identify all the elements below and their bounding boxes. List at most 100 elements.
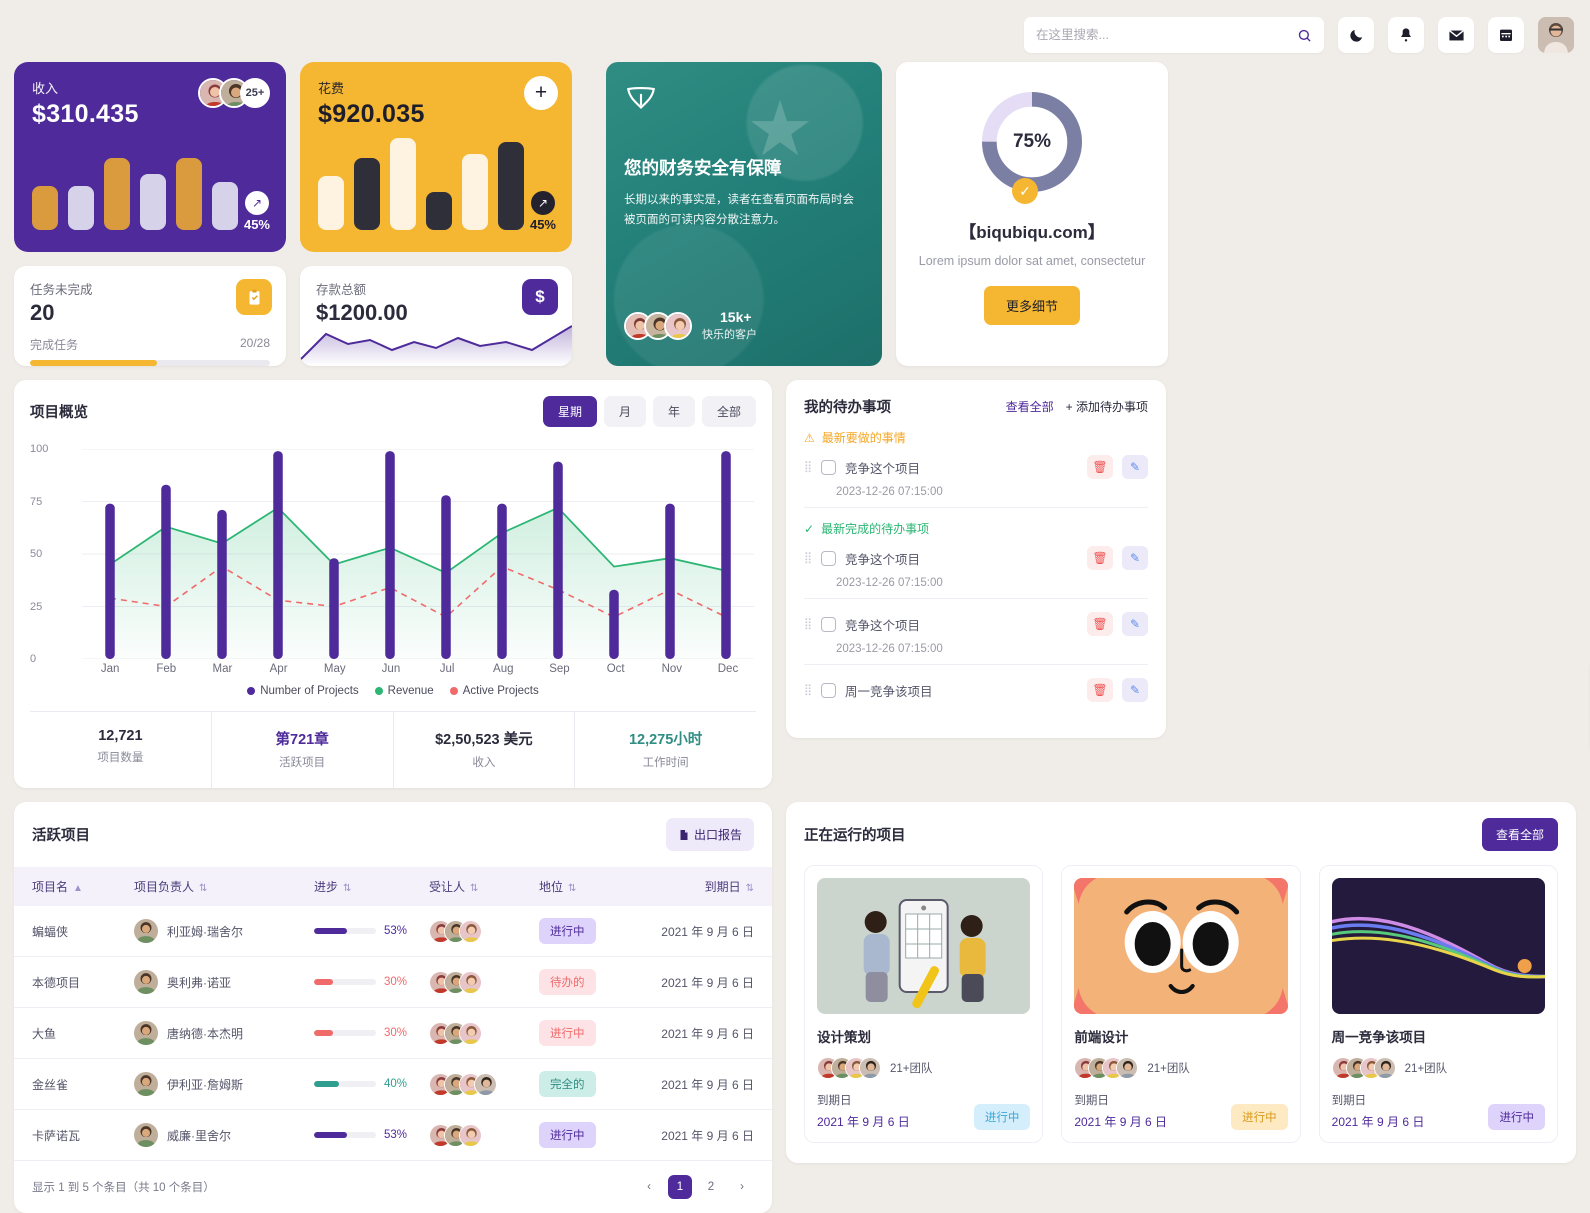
legend-item-projects[interactable]: Number of Projects	[247, 685, 359, 697]
col-header-status[interactable]: 地位 ⇅	[539, 867, 644, 906]
running-project-card[interactable]: 周一竞争该项目 21+团队 到期日 2021 年 9 月 6 日 进行中	[1318, 865, 1558, 1143]
todo-item[interactable]: ⣿ 竞争这个项目 🗑 ✎	[804, 546, 1148, 570]
delete-icon[interactable]: 🗑	[1087, 455, 1113, 479]
bell-icon[interactable]	[1388, 17, 1424, 53]
owner-name: 威廉·里舍尔	[167, 1128, 231, 1143]
progress-value: 53%	[384, 925, 408, 937]
table-row[interactable]: 金丝雀 伊利亚·詹姆斯 40% 完全的 2021 年 9 月 6 日	[14, 1058, 772, 1110]
todo-section-last: ⣿ 周一竞争该项目 🗑 ✎	[804, 665, 1148, 702]
x-tick: Oct	[606, 663, 625, 675]
chart-tab-month[interactable]: 月	[603, 396, 646, 427]
chart-tab-year[interactable]: 年	[652, 396, 695, 427]
status-badge[interactable]: 进行中	[1488, 1104, 1545, 1130]
todo-section-label: ✓ 最新完成的待办事项	[804, 521, 930, 537]
col-header-owner[interactable]: 项目负责人 ⇅	[134, 867, 314, 906]
drag-handle-icon[interactable]: ⣿	[804, 552, 812, 563]
check-icon: ✓	[1012, 178, 1038, 204]
cell-assignees	[429, 1058, 539, 1110]
todo-item[interactable]: ⣿ 周一竞争该项目 🗑 ✎	[804, 678, 1148, 702]
cell-status: 进行中	[539, 1007, 644, 1059]
cell-progress: 30%	[314, 956, 429, 1008]
assignee-avatar	[459, 1021, 482, 1045]
todo-checkbox[interactable]	[821, 459, 836, 475]
status-badge[interactable]: 进行中	[973, 1104, 1031, 1130]
delete-icon[interactable]: 🗑	[1087, 546, 1113, 570]
legend-item-active[interactable]: Active Projects	[449, 685, 539, 697]
edit-icon[interactable]: ✎	[1122, 678, 1148, 702]
mail-icon[interactable]	[1438, 17, 1474, 53]
deposit-card: 存款总额 $1200.00 $	[300, 266, 572, 366]
search-input[interactable]	[1036, 28, 1289, 42]
assignee-avatar	[459, 970, 482, 994]
owner-avatar	[134, 919, 158, 943]
status-badge: 进行中	[539, 918, 596, 944]
summary-label: 收入	[472, 757, 496, 769]
cell-owner: 利亚姆·瑞舍尔	[134, 906, 314, 957]
delete-icon[interactable]: 🗑	[1087, 612, 1113, 636]
page-prev-button[interactable]: ‹	[637, 1175, 661, 1199]
page-1-button[interactable]: 1	[668, 1175, 692, 1199]
table-row[interactable]: 蝙蝠侠 利亚姆·瑞舍尔 53% 进行中 2021 年 9 月 6 日	[14, 906, 772, 957]
chart-tab-all[interactable]: 全部	[701, 396, 756, 427]
delete-icon[interactable]: 🗑	[1087, 678, 1113, 702]
expense-bars	[318, 135, 524, 230]
todo-checkbox[interactable]	[821, 682, 836, 698]
todo-item-text: 竞争这个项目	[845, 552, 921, 567]
search-box[interactable]	[1024, 17, 1324, 53]
todo-checkbox[interactable]	[821, 550, 836, 566]
running-view-all-button[interactable]: 查看全部	[1481, 818, 1558, 851]
edit-icon[interactable]: ✎	[1122, 612, 1148, 636]
active-projects-table-card: 活跃项目 出口报告 项目名 ▲ 项目负责人 ⇅ 进步 ⇅ 受让人 ⇅ 地位 ⇅ …	[14, 802, 772, 1213]
avatar[interactable]	[1538, 17, 1574, 53]
chart-tab-week[interactable]: 星期	[542, 396, 597, 427]
top-bar	[14, 8, 1576, 62]
edit-icon[interactable]: ✎	[1122, 546, 1148, 570]
more-details-button[interactable]: 更多细节	[983, 285, 1080, 325]
col-header-due[interactable]: 到期日 ⇅	[644, 867, 772, 906]
drag-handle-icon[interactable]: ⣿	[804, 684, 812, 695]
calendar-icon[interactable]	[1488, 17, 1524, 53]
edit-icon[interactable]: ✎	[1122, 455, 1148, 479]
table-row[interactable]: 卡萨诺瓦 威廉·里舍尔 53% 进行中 2021 年 9 月 6 日	[14, 1109, 772, 1161]
page-2-button[interactable]: 2	[699, 1175, 723, 1199]
assignee-avatar	[459, 1123, 482, 1147]
search-icon[interactable]	[1297, 28, 1312, 43]
todo-checkbox[interactable]	[821, 616, 836, 632]
table-row[interactable]: 大鱼 唐纳德·本杰明 30% 进行中 2021 年 9 月 6 日	[14, 1007, 772, 1059]
drag-handle-icon[interactable]: ⣿	[804, 618, 812, 629]
status-badge: 进行中	[539, 1122, 596, 1148]
running-project-card[interactable]: 设计策划 21+团队 到期日 2021 年 9 月 6 日 进行中	[804, 865, 1044, 1143]
status-badge[interactable]: 进行中	[1231, 1104, 1288, 1130]
deposit-label: 存款总额	[316, 283, 367, 297]
running-project-name: 设计策划	[817, 1030, 871, 1045]
todo-item[interactable]: ⣿ 竞争这个项目 🗑 ✎	[804, 455, 1148, 479]
table-row[interactable]: 本德项目 奥利弗·诺亚 30% 待办的 2021 年 9 月 6 日	[14, 956, 772, 1008]
progress-value: 30%	[384, 1027, 408, 1039]
todo-add-button[interactable]: + 添加待办事项	[1066, 398, 1148, 415]
todo-view-all-link[interactable]: 查看全部	[1006, 398, 1054, 415]
cell-project-name: 卡萨诺瓦	[14, 1109, 134, 1161]
legend-item-revenue[interactable]: Revenue	[374, 685, 434, 697]
col-header-assignee[interactable]: 受让人 ⇅	[429, 867, 539, 906]
x-tick: Jan	[100, 663, 120, 675]
due-label: 到期日	[1074, 1095, 1109, 1107]
running-project-card[interactable]: 前端设计 21+团队 到期日 2021 年 9 月 6 日 进行中	[1061, 865, 1301, 1143]
file-icon	[680, 829, 688, 840]
export-report-button[interactable]: 出口报告	[665, 818, 754, 851]
col-header-progress[interactable]: 进步 ⇅	[314, 867, 429, 906]
moon-icon[interactable]	[1338, 17, 1374, 53]
add-expense-button[interactable]: +	[524, 76, 558, 110]
col-header-name[interactable]: 项目名 ▲	[14, 867, 134, 906]
revenue-bars	[32, 135, 238, 230]
x-tick: Sep	[549, 663, 570, 675]
summary-label: 工作时间	[642, 757, 689, 769]
drag-handle-icon[interactable]: ⣿	[804, 461, 812, 472]
x-tick: Jun	[381, 663, 401, 675]
todo-item-text: 竞争这个项目	[845, 618, 921, 633]
todo-item-date: 2023-12-26 07:15:00	[836, 643, 943, 655]
todo-item[interactable]: ⣿ 竞争这个项目 🗑 ✎	[804, 612, 1148, 636]
cell-status: 完全的	[539, 1058, 644, 1110]
page-next-button[interactable]: ›	[730, 1175, 754, 1199]
y-tick-100: 100	[30, 443, 49, 455]
sort-icon: ⇅	[568, 883, 577, 894]
